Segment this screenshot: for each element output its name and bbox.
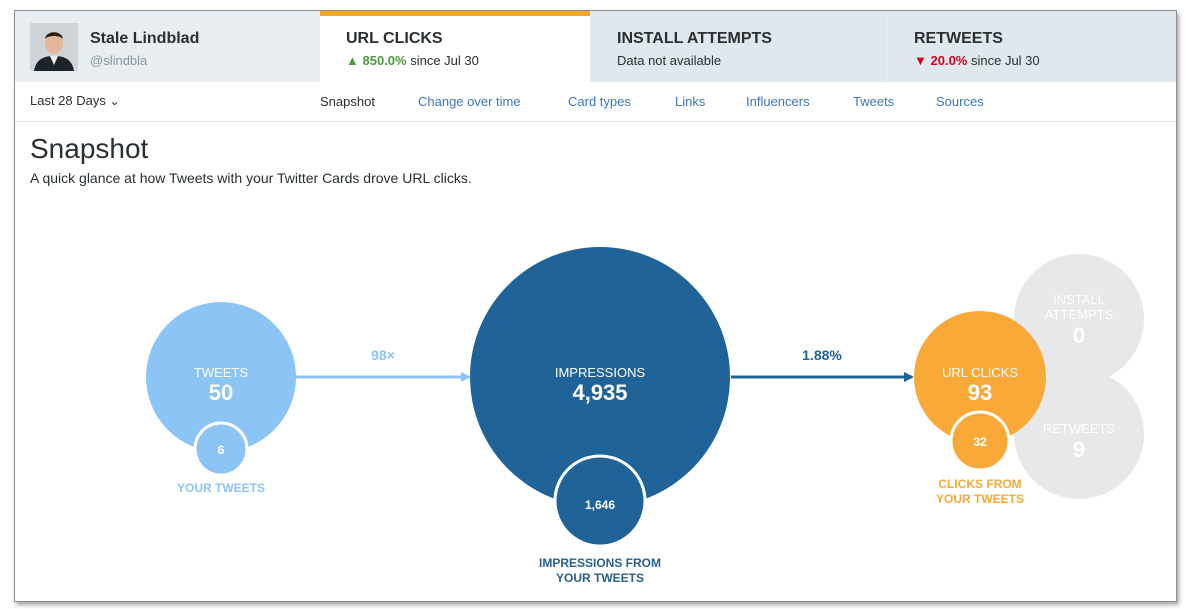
install-label-1: INSTALL	[1053, 292, 1105, 307]
analytics-window: Stale Lindblad @slindbla URL CLICKS ▲ 85…	[14, 10, 1177, 602]
retweets-value: 9	[1073, 437, 1085, 462]
your-tweets-value: 6	[218, 443, 225, 457]
impressions-value: 4,935	[572, 380, 627, 405]
url-clicks-label: URL CLICKS	[942, 365, 1018, 380]
your-tweets-label: YOUR TWEETS	[177, 481, 265, 495]
install-value: 0	[1073, 323, 1085, 348]
multiplier-label: 98×	[371, 347, 395, 363]
tweets-label: TWEETS	[194, 365, 248, 380]
tweets-value: 50	[209, 380, 233, 405]
funnel-visualization: INSTALL ATTEMPTS 0 RETWEETS 9 TWEETS 50 …	[146, 247, 1144, 585]
impressions-from-your-tweets-value: 1,646	[585, 498, 615, 512]
url-clicks-value: 93	[968, 380, 992, 405]
clicks-from-your-tweets-value: 32	[973, 435, 987, 449]
clicks-sub-label-1: CLICKS FROM	[938, 477, 1021, 491]
impressions-label: IMPRESSIONS	[555, 365, 646, 380]
clicks-sub-label-2: YOUR TWEETS	[936, 492, 1024, 506]
impressions-sub-label-2: YOUR TWEETS	[556, 571, 644, 585]
retweets-label: RETWEETS	[1043, 421, 1116, 436]
rate-label: 1.88%	[802, 347, 842, 363]
impressions-sub-label-1: IMPRESSIONS FROM	[539, 556, 661, 570]
install-label-2: ATTEMPTS	[1045, 307, 1114, 322]
